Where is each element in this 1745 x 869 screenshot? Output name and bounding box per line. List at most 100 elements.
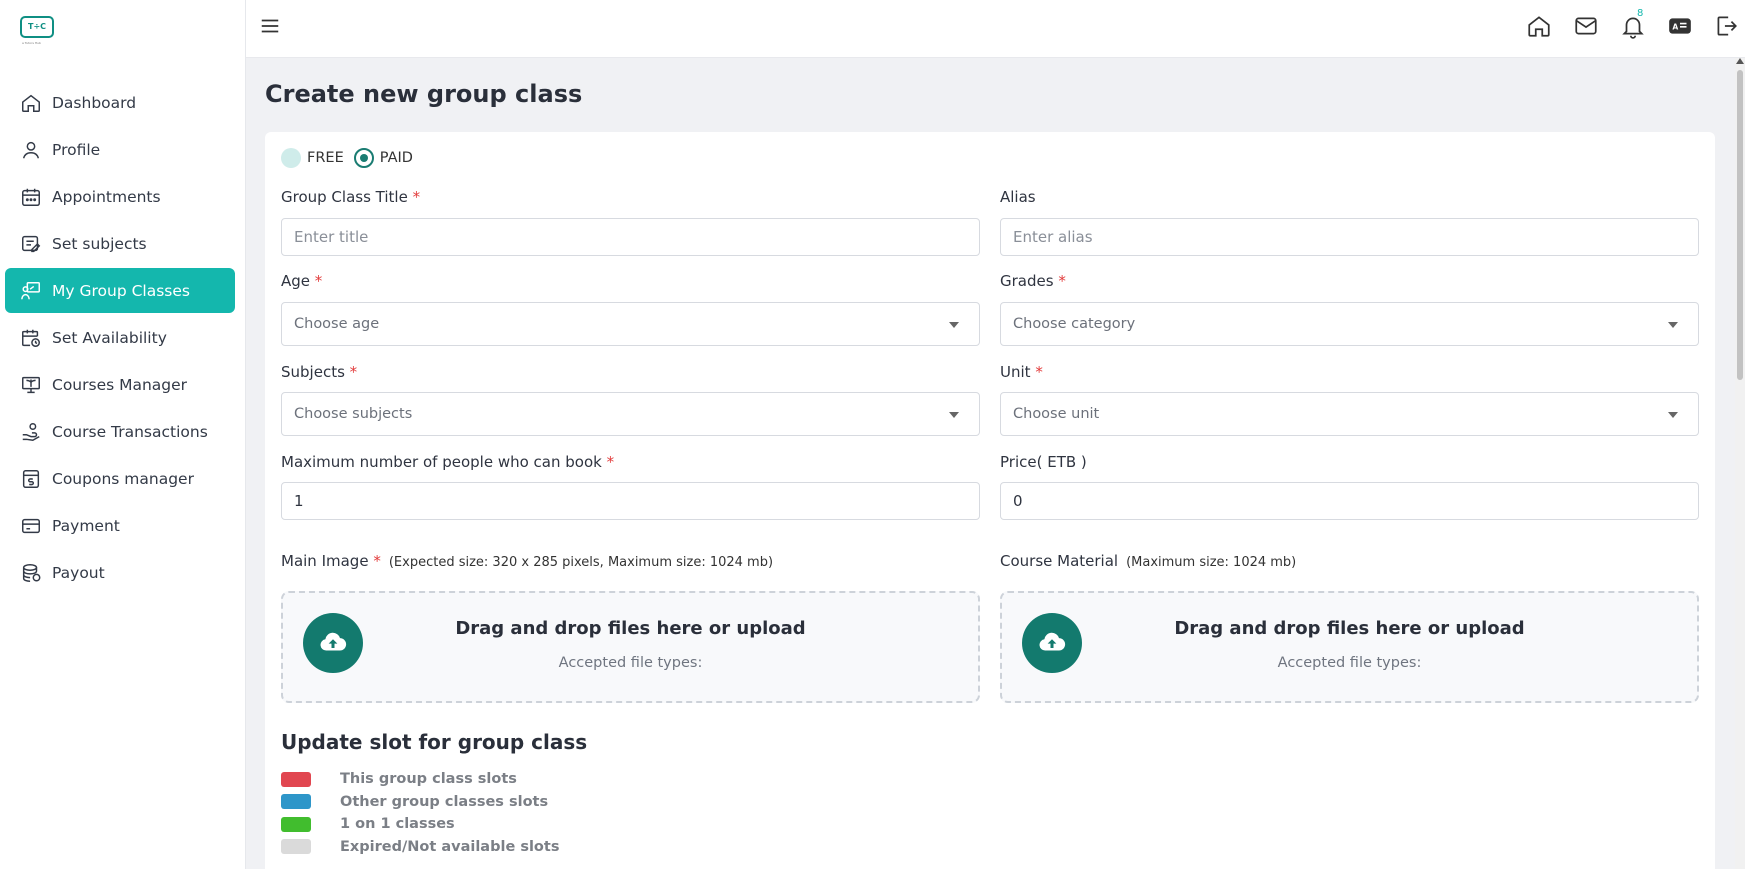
age-select[interactable]: Choose age (281, 302, 980, 346)
chevron-down-icon (949, 322, 959, 328)
age-select-value: Choose age (294, 316, 380, 332)
sidebar-item-coupons-manager[interactable]: Coupons manager (5, 456, 235, 501)
max-people-label: Maximum number of people who can book * (281, 453, 615, 471)
sidebar-item-label: Coupons manager (52, 469, 194, 488)
coupon-icon (22, 469, 40, 488)
legend-swatch (281, 816, 311, 832)
legend-swatch (281, 794, 311, 810)
dropzone-title: Drag and drop files here or upload (455, 618, 806, 639)
paid-radio-label[interactable]: PAID (380, 150, 413, 166)
page-title: Create new group class (265, 80, 583, 108)
chevron-down-icon (1668, 412, 1678, 418)
alias-input[interactable] (1000, 218, 1699, 256)
page-scrollbar[interactable] (1735, 58, 1745, 869)
sidebar-item-courses-manager[interactable]: Courses Manager (5, 362, 235, 407)
dropzone-subtitle: Accepted file types: (558, 655, 703, 671)
chevron-down-icon (949, 412, 959, 418)
sidebar-item-set-availability[interactable]: Set Availability (5, 315, 235, 360)
home-icon[interactable] (1526, 13, 1552, 39)
free-radio-label[interactable]: FREE (307, 150, 344, 166)
main-image-hint: (Expected size: 320 x 285 pixels, Maximu… (388, 555, 774, 570)
paid-radio[interactable] (353, 148, 374, 168)
free-radio[interactable] (281, 148, 301, 168)
age-label: Age * (281, 272, 323, 290)
sidebar-item-label: Payout (52, 563, 105, 582)
sidebar-item-dashboard[interactable]: Dashboard (5, 80, 235, 125)
pricing-radio-group: FREE PAID (281, 148, 423, 168)
sidebar-item-label: Set Availability (52, 328, 167, 347)
chevron-down-icon (1668, 322, 1678, 328)
unit-select-value: Choose unit (1013, 406, 1100, 422)
legend-swatch (281, 839, 311, 855)
sidebar-item-label: Appointments (52, 187, 161, 206)
mail-icon[interactable] (1573, 13, 1599, 39)
calendar-icon (22, 188, 40, 206)
sidebar-item-payment[interactable]: Payment (5, 503, 235, 548)
price-input[interactable] (1000, 482, 1699, 520)
sidebar-item-course-transactions[interactable]: Course Transactions (5, 409, 235, 454)
user-icon (22, 141, 40, 158)
sidebar-item-label: Course Transactions (52, 422, 208, 441)
unit-select[interactable]: Choose unit (1000, 392, 1699, 436)
sidebar: T÷C a Tutors Hub Dashboard Profile Appoi… (0, 0, 246, 869)
id-card-icon[interactable]: A (1667, 13, 1693, 39)
scrollbar-thumb[interactable] (1737, 70, 1743, 380)
courses-icon (22, 376, 40, 393)
brand-logo[interactable]: T÷C a Tutors Hub (16, 14, 58, 45)
coins-icon (22, 563, 41, 582)
sidebar-item-label: Payment (52, 516, 120, 535)
sidebar-nav: Dashboard Profile Appointments Set subje… (5, 80, 235, 597)
home-icon (22, 94, 40, 112)
calendar-clock-icon (22, 329, 40, 347)
main-image-label: Main Image * (Expected size: 320 x 285 pi… (281, 552, 774, 570)
unit-label: Unit * (1000, 363, 1043, 381)
slots-legend: This group class slots Other group class… (281, 768, 559, 858)
sidebar-item-my-group-classes[interactable]: My Group Classes (5, 268, 235, 313)
sidebar-item-label: Set subjects (52, 234, 147, 253)
sidebar-item-appointments[interactable]: Appointments (5, 174, 235, 219)
legend-label: 1 on 1 classes (340, 816, 455, 833)
group-class-icon (21, 281, 40, 299)
hamburger-menu-icon[interactable] (258, 15, 282, 37)
legend-label: Other group classes slots (340, 793, 549, 810)
max-people-input[interactable] (281, 482, 980, 520)
legend-swatch (281, 771, 311, 787)
legend-label: This group class slots (340, 771, 517, 788)
scroll-up-icon[interactable] (1736, 58, 1744, 64)
alias-label: Alias (1000, 188, 1036, 206)
legend-label: Expired/Not available slots (340, 838, 560, 855)
sidebar-item-label: My Group Classes (52, 281, 190, 300)
grades-select[interactable]: Choose category (1000, 302, 1699, 346)
card-icon (22, 518, 40, 533)
title-input[interactable] (281, 218, 980, 256)
top-bar: 8 A (246, 0, 1745, 58)
sidebar-item-profile[interactable]: Profile (5, 127, 235, 172)
logout-icon[interactable] (1713, 13, 1739, 39)
main-image-dropzone[interactable]: Drag and drop files here or upload Accep… (281, 591, 980, 703)
sidebar-item-label: Dashboard (52, 93, 137, 112)
dropzone-subtitle: Accepted file types: (1277, 655, 1422, 671)
course-material-hint: (Maximum size: 1024 mb) (1126, 555, 1297, 570)
sidebar-item-payout[interactable]: Payout (5, 550, 235, 595)
legend-item: This group class slots (281, 768, 559, 791)
legend-item: Other group classes slots (281, 791, 559, 814)
sidebar-item-label: Courses Manager (52, 375, 188, 394)
course-material-label: Course Material (Maximum size: 1024 mb) (1000, 552, 1297, 570)
slots-section-title: Update slot for group class (281, 730, 588, 754)
logo-mark: T÷C (20, 16, 54, 38)
hand-coin-icon (22, 422, 40, 441)
course-material-dropzone[interactable]: Drag and drop files here or upload Accep… (1000, 591, 1699, 703)
price-label: Price( ETB ) (1000, 453, 1087, 471)
subjects-icon (22, 235, 41, 252)
sidebar-item-label: Profile (52, 140, 101, 159)
svg-text:A: A (1672, 22, 1678, 31)
sidebar-item-set-subjects[interactable]: Set subjects (5, 221, 235, 266)
grades-label: Grades * (1000, 272, 1066, 290)
grades-select-value: Choose category (1013, 316, 1136, 332)
title-label: Group Class Title * (281, 188, 421, 206)
dropzone-title: Drag and drop files here or upload (1174, 618, 1525, 639)
legend-item: Expired/Not available slots (281, 836, 559, 859)
notification-count-badge: 8 (1637, 8, 1644, 19)
subjects-label: Subjects * (281, 363, 358, 381)
subjects-select[interactable]: Choose subjects (281, 392, 980, 436)
